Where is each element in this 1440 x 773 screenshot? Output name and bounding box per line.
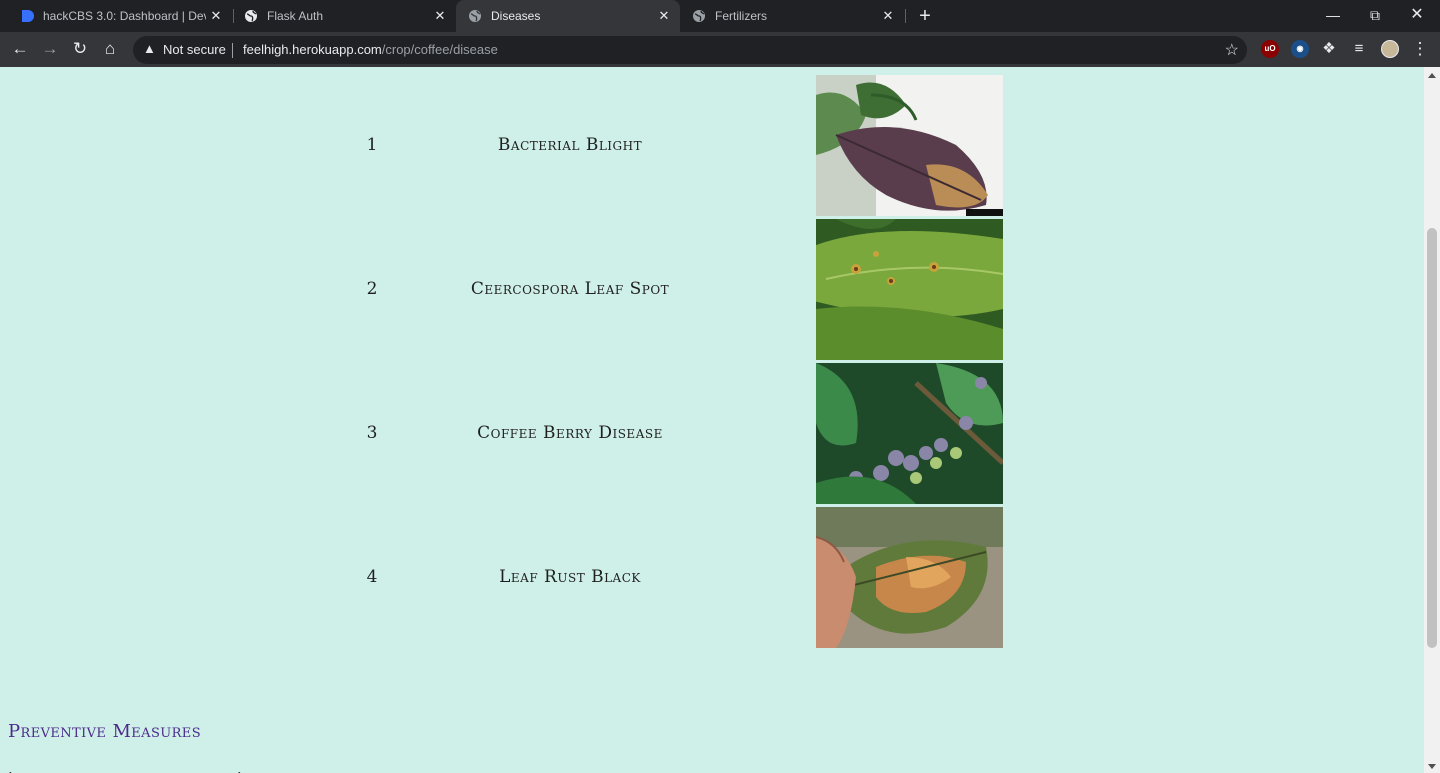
close-tab-icon[interactable]: ✕ <box>878 8 898 24</box>
page-scrollbar[interactable] <box>1424 67 1440 773</box>
home-icon[interactable]: ⌂ <box>98 37 122 61</box>
url-path: /crop/coffee/disease <box>381 42 498 57</box>
page-content: 1 Bacterial Blight 2 Ceercospora Leaf Sp… <box>0 67 1424 773</box>
tab-title: Diseases <box>491 9 541 23</box>
address-bar[interactable]: ▲ Not secure feelhigh.herokuapp.com/crop… <box>133 36 1247 64</box>
scroll-down-arrow-icon[interactable] <box>1428 764 1436 769</box>
forward-arrow-icon[interactable]: → <box>38 37 62 61</box>
disease-row: 3 Coffee Berry Disease <box>0 363 1424 504</box>
preventive-text-cutoff: · · <box>8 764 242 773</box>
tab-title: Flask Auth <box>267 9 324 23</box>
disease-number: 4 <box>366 567 378 587</box>
disease-name: Leaf Rust Black <box>499 567 641 587</box>
minimize-icon[interactable]: — <box>1310 0 1356 32</box>
disease-row: 2 Ceercospora Leaf Spot <box>0 219 1424 360</box>
new-tab-button[interactable]: + <box>914 4 936 28</box>
disease-image-leaf-rust-black <box>816 507 1003 648</box>
disease-row: 4 Leaf Rust Black <box>0 507 1424 648</box>
tab-title: hackCBS 3.0: Dashboard | Devfolio <box>43 9 206 23</box>
disease-name: Ceercospora Leaf Spot <box>470 279 670 299</box>
media-queue-icon[interactable]: ≡ <box>1347 37 1371 61</box>
devfolio-icon <box>22 10 34 22</box>
globe-icon <box>245 10 257 22</box>
browser-toolbar: ← → ↻ ⌂ ▲ Not secure feelhigh.herokuapp.… <box>0 32 1440 67</box>
url-text[interactable]: feelhigh.herokuapp.com/crop/coffee/disea… <box>243 42 498 57</box>
tab-devfolio[interactable]: hackCBS 3.0: Dashboard | Devfolio ✕ <box>8 0 232 32</box>
close-tab-icon[interactable]: ✕ <box>654 8 674 24</box>
extension-icon[interactable]: ◉ <box>1291 40 1309 58</box>
avatar[interactable] <box>1381 40 1399 58</box>
globe-icon <box>469 10 481 22</box>
preventive-measures-heading: Preventive Measures <box>8 721 202 742</box>
window-close-icon[interactable]: ✕ <box>1394 0 1440 32</box>
disease-number: 3 <box>366 423 378 443</box>
disease-number: 1 <box>366 135 378 155</box>
close-tab-icon[interactable]: ✕ <box>206 8 226 24</box>
reload-icon[interactable]: ↻ <box>68 37 92 61</box>
globe-icon <box>693 10 705 22</box>
tab-title: Fertilizers <box>715 9 768 23</box>
disease-image-coffee-berry-disease <box>816 363 1003 504</box>
address-divider <box>232 43 233 58</box>
warning-triangle-icon[interactable]: ▲ <box>143 41 156 56</box>
back-arrow-icon[interactable]: ← <box>8 37 32 61</box>
menu-kebab-icon[interactable]: ⋮ <box>1408 37 1432 61</box>
close-tab-icon[interactable]: ✕ <box>430 8 450 24</box>
disease-number: 2 <box>366 279 378 299</box>
tab-fertilizers[interactable]: Fertilizers ✕ <box>680 0 904 32</box>
disease-name: Bacterial Blight <box>497 135 643 155</box>
disease-name: Coffee Berry Disease <box>477 423 663 443</box>
tab-divider <box>905 9 906 23</box>
scroll-up-arrow-icon[interactable] <box>1428 73 1436 78</box>
tab-flask-auth[interactable]: Flask Auth ✕ <box>232 0 456 32</box>
url-host: feelhigh.herokuapp.com <box>243 42 382 57</box>
disease-image-bacterial-blight <box>816 75 1003 216</box>
scrollbar-thumb[interactable] <box>1427 228 1437 648</box>
tab-diseases[interactable]: Diseases ✕ <box>456 0 680 32</box>
tab-strip: hackCBS 3.0: Dashboard | Devfolio ✕ Flas… <box>0 0 1440 32</box>
security-status[interactable]: Not secure <box>163 42 226 57</box>
bookmark-star-icon[interactable]: ☆ <box>1225 40 1239 60</box>
ublock-extension-icon[interactable]: uO <box>1261 40 1279 58</box>
disease-row: 1 Bacterial Blight <box>0 75 1424 216</box>
restore-icon[interactable]: ⧉ <box>1352 0 1398 32</box>
disease-image-cercospora-leaf-spot <box>816 219 1003 360</box>
puzzle-extensions-icon[interactable]: ❖ <box>1317 37 1341 61</box>
